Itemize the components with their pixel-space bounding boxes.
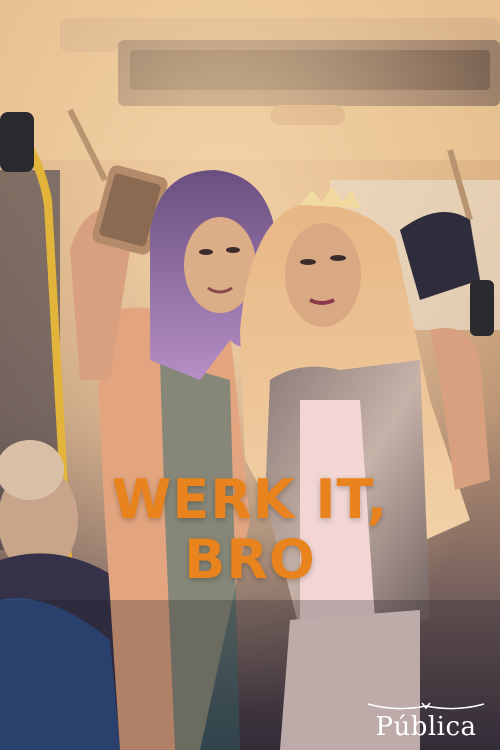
right-face (285, 223, 361, 327)
title-line-1: WERK IT, (111, 468, 389, 531)
publica-logo: Pública (366, 702, 486, 742)
poster-title: WERK IT, BRO (0, 470, 500, 590)
right-phone (470, 280, 494, 336)
logo-mark-icon (367, 702, 485, 710)
brand-name: Pública (375, 712, 477, 742)
movie-poster: WERK IT, BRO Pública (0, 0, 500, 750)
bus-selfie-photo (0, 0, 500, 750)
title-line-2: BRO (184, 528, 316, 591)
